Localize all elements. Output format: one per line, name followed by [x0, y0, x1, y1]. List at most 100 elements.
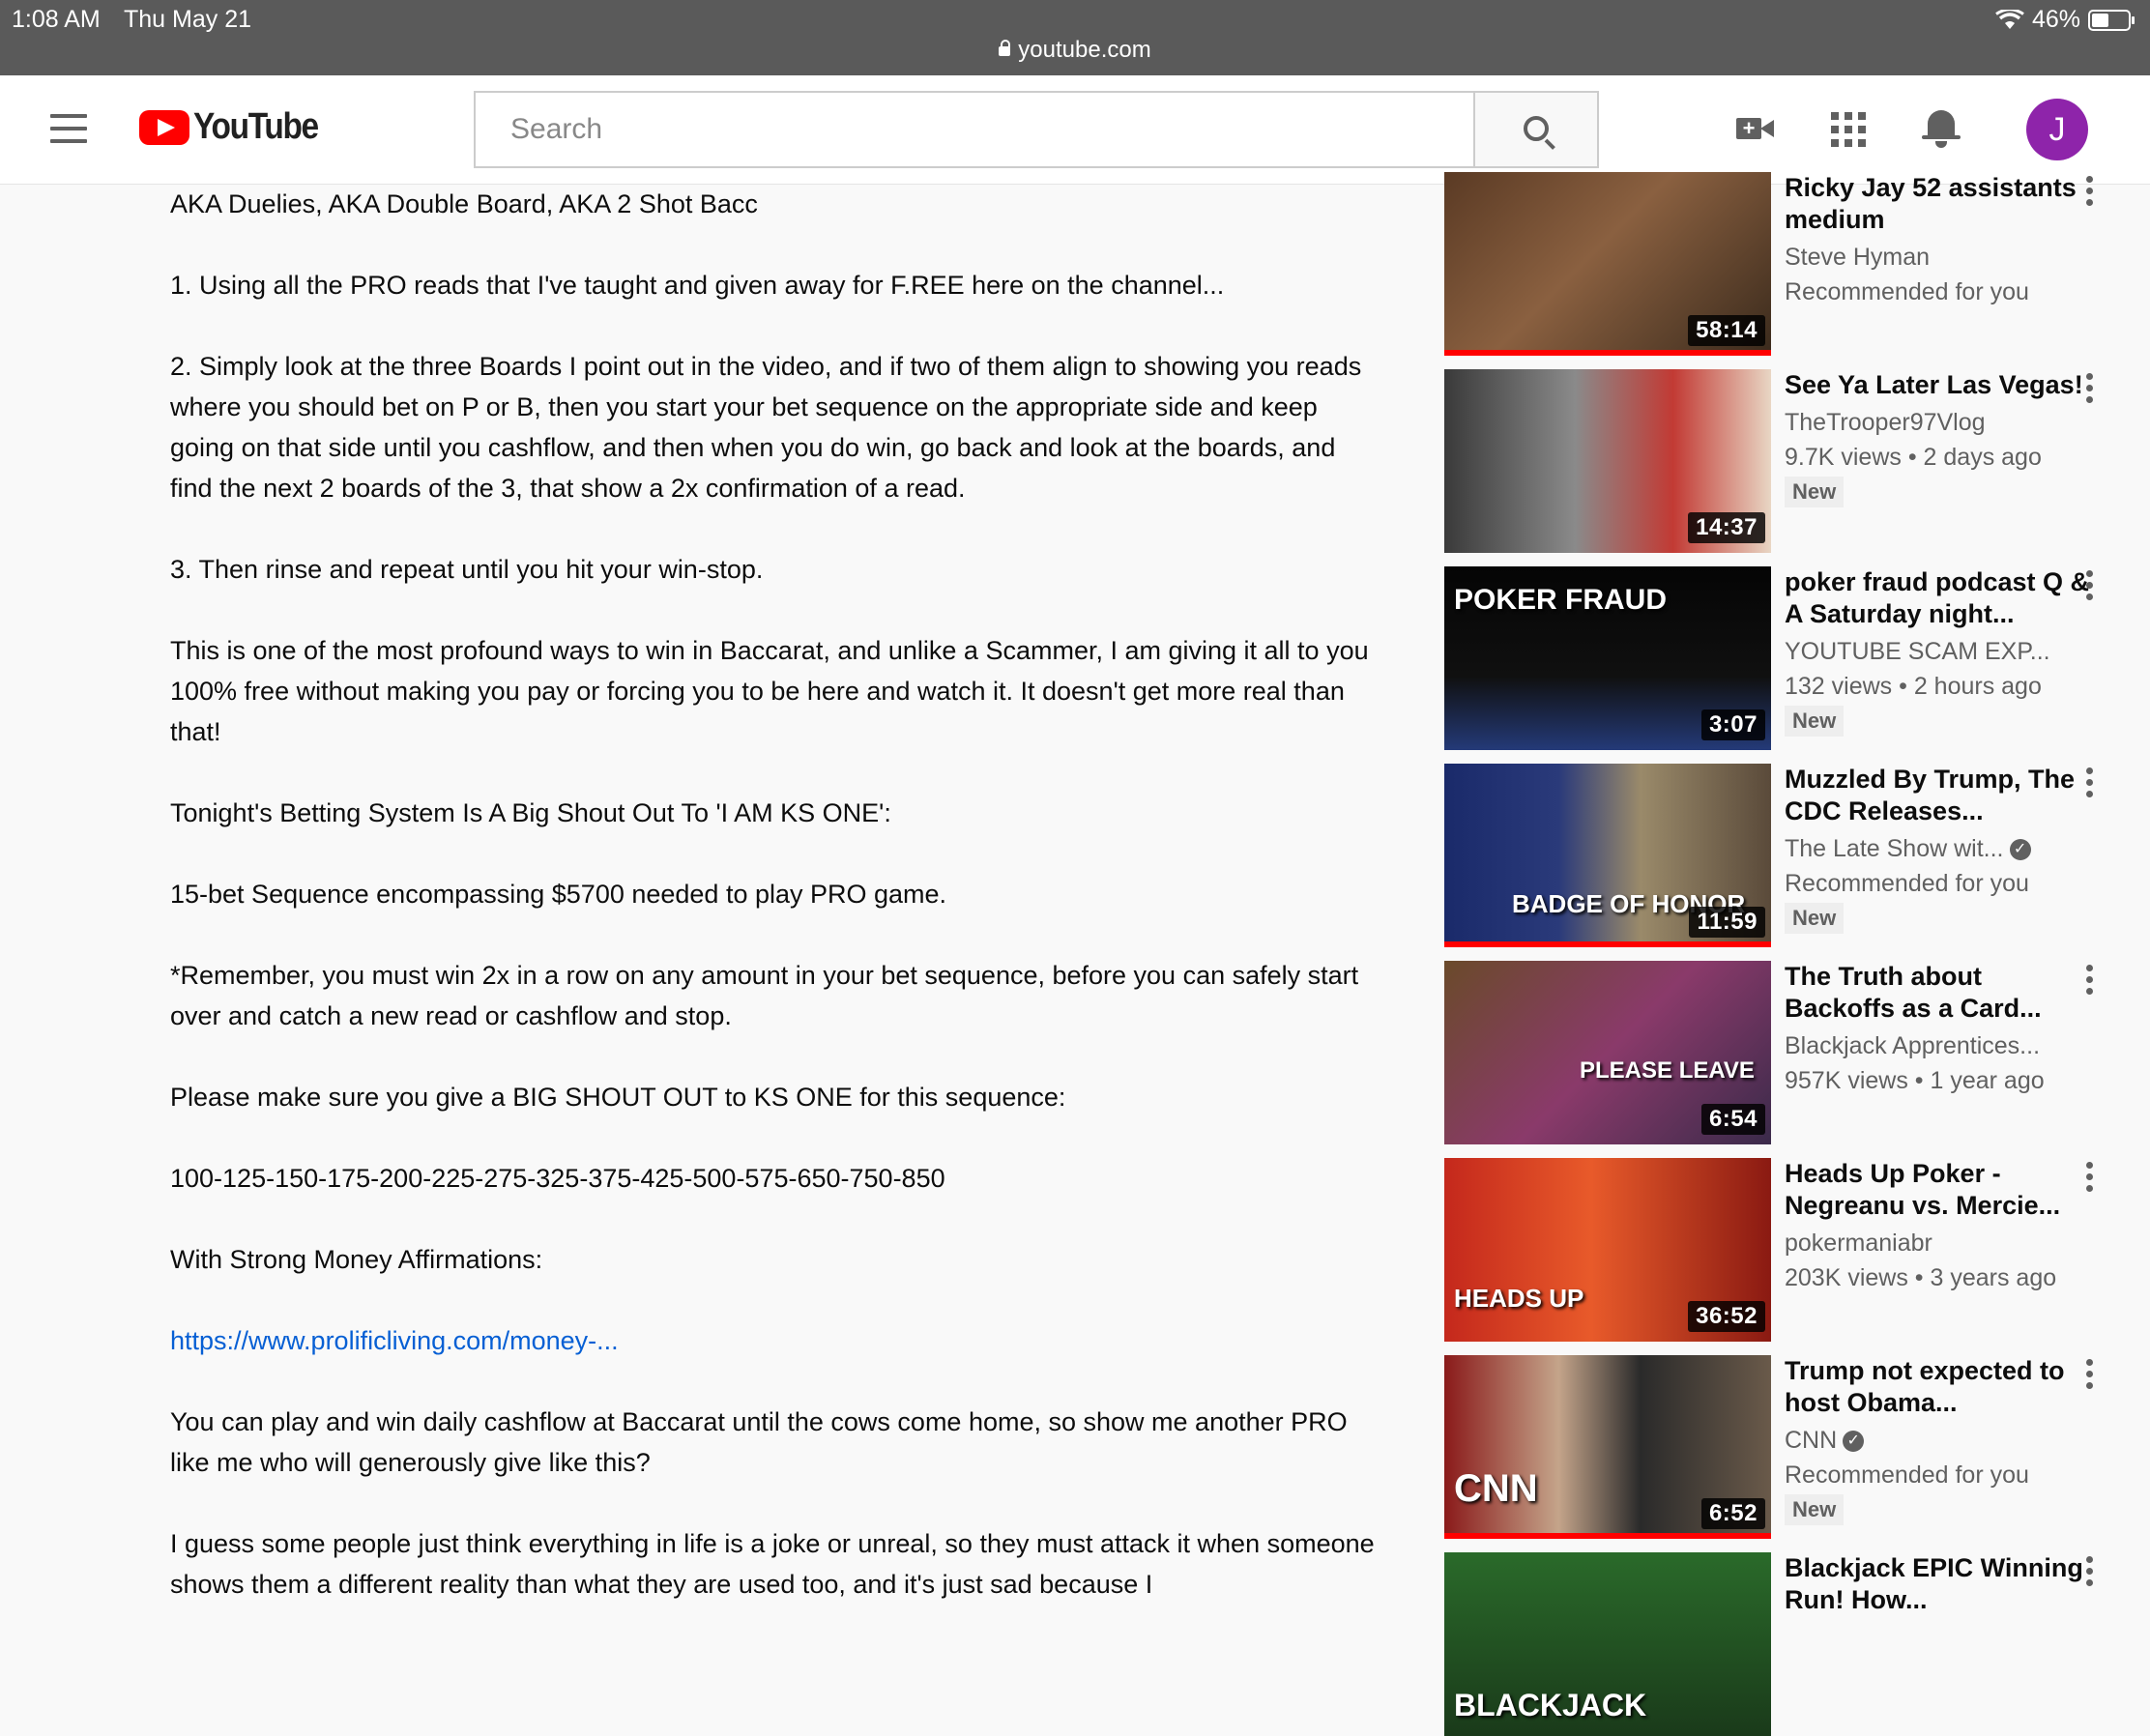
battery-percent: 46% [2031, 6, 2080, 33]
video-card[interactable]: BADGE OF HONOR 11:59 Muzzled By Trump, The… [1444, 764, 2150, 947]
video-thumbnail[interactable]: HEADS UP 36:52 [1444, 1158, 1771, 1342]
apps-grid-icon [1831, 112, 1866, 147]
video-thumbnail[interactable]: 58:14 [1444, 172, 1771, 356]
video-meta: See Ya Later Las Vegas! TheTrooper97Vlog 9… [1785, 369, 2094, 507]
address-bar[interactable]: youtube.com [0, 37, 2150, 64]
video-thumbnail[interactable]: BLACKJACK [1444, 1552, 1771, 1736]
description-paragraph: Please make sure you give a BIG SHOUT OU… [170, 1083, 1066, 1112]
verified-check-icon: ✓ [2009, 839, 2031, 861]
video-card[interactable]: BLACKJACK Blackjack EPIC Winning Run! How… [1444, 1552, 2150, 1736]
channel-name: TheTrooper97Vlog [1785, 409, 1986, 436]
video-channel[interactable]: Steve Hyman [1785, 240, 2094, 275]
video-channel[interactable]: pokermaniabr [1785, 1226, 2094, 1260]
video-description: AKA Duelies, AKA Double Board, AKA 2 Sho… [170, 184, 1379, 1645]
menu-icon[interactable] [50, 114, 87, 143]
more-options-icon[interactable] [2075, 570, 2104, 609]
video-card[interactable]: PLEASE LEAVE 6:54 The Truth about Backoffs… [1444, 961, 2150, 1144]
channel-name: pokermaniabr [1785, 1230, 1932, 1257]
video-card[interactable]: POKER FRAUD 3:07 poker fraud podcast Q & A… [1444, 566, 2150, 750]
description-link[interactable]: https://www.prolificliving.com/money-... [170, 1326, 619, 1355]
more-options-icon[interactable] [2075, 1359, 2104, 1398]
apps-button[interactable] [1823, 104, 1874, 155]
video-channel[interactable]: Blackjack Apprentices... [1785, 1028, 2094, 1063]
more-options-icon[interactable] [2075, 767, 2104, 806]
video-stats: 957K views • 1 year ago [1785, 1067, 2045, 1094]
video-stats: Recommended for you [1785, 870, 2029, 897]
video-channel[interactable]: The Late Show wit... ✓ [1785, 831, 2094, 866]
video-channel[interactable]: CNN ✓ [1785, 1423, 2094, 1458]
watched-progress-bar [1444, 1533, 1771, 1539]
video-thumbnail[interactable]: CNN 6:52 [1444, 1355, 1771, 1539]
description-paragraph: 3. Then rinse and repeat until you hit y… [170, 555, 764, 584]
more-options-icon[interactable] [2075, 1162, 2104, 1201]
description-paragraph: You can play and win daily cashflow at B… [170, 1407, 1348, 1477]
thumbnail-overlay-text: POKER FRAUD [1454, 584, 1668, 616]
video-title[interactable]: Blackjack EPIC Winning Run! How... [1785, 1552, 2094, 1616]
video-thumbnail[interactable]: BADGE OF HONOR 11:59 [1444, 764, 1771, 947]
search-box [474, 91, 1473, 168]
description-paragraph: With Strong Money Affirmations: [170, 1245, 543, 1274]
more-options-icon[interactable] [2075, 373, 2104, 412]
video-meta: Trump not expected to host Obama... CNN ✓ R… [1785, 1355, 2094, 1525]
watched-progress-bar [1444, 941, 1771, 947]
video-title[interactable]: See Ya Later Las Vegas! [1785, 369, 2094, 401]
video-channel[interactable]: YOUTUBE SCAM EXP... [1785, 634, 2094, 669]
video-card[interactable]: 14:37 See Ya Later Las Vegas! TheTrooper97… [1444, 369, 2150, 553]
video-title[interactable]: The Truth about Backoffs as a Card... [1785, 961, 2094, 1025]
status-indicators: 46% [1995, 6, 2135, 34]
video-stats: 132 views • 2 hours ago [1785, 673, 2042, 700]
search-icon [1524, 116, 1549, 141]
lock-icon [999, 39, 1011, 56]
status-bar: 1:08 AM Thu May 21 youtube.com 46% [0, 0, 2150, 75]
search-input[interactable] [476, 93, 1473, 166]
more-options-icon[interactable] [2075, 1556, 2104, 1595]
notifications-button[interactable] [1916, 104, 1966, 155]
video-meta: Blackjack EPIC Winning Run! How... [1785, 1552, 2094, 1616]
video-title[interactable]: Heads Up Poker - Negreanu vs. Mercie... [1785, 1158, 2094, 1222]
video-card[interactable]: HEADS UP 36:52 Heads Up Poker - Negreanu v… [1444, 1158, 2150, 1342]
video-thumbnail[interactable]: POKER FRAUD 3:07 [1444, 566, 1771, 750]
video-title[interactable]: Trump not expected to host Obama... [1785, 1355, 2094, 1419]
description-paragraph: *Remember, you must win 2x in a row on a… [170, 961, 1359, 1030]
video-duration: 6:54 [1700, 1104, 1765, 1135]
video-thumbnail[interactable]: 14:37 [1444, 369, 1771, 553]
new-badge: New [1785, 1494, 1845, 1525]
battery-icon [2088, 9, 2135, 31]
new-badge: New [1785, 477, 1845, 507]
video-stats: Recommended for you [1785, 278, 2029, 305]
description-paragraph: 100-125-150-175-200-225-275-325-375-425-… [170, 1164, 945, 1193]
video-title[interactable]: Ricky Jay 52 assistants medium [1785, 172, 2094, 236]
video-thumbnail[interactable]: PLEASE LEAVE 6:54 [1444, 961, 1771, 1144]
create-video-button[interactable]: + [1730, 104, 1781, 155]
more-options-icon[interactable] [2075, 176, 2104, 215]
channel-name: CNN [1785, 1427, 1838, 1454]
description-paragraph: 2. Simply look at the three Boards I poi… [170, 352, 1362, 503]
video-duration: 3:07 [1700, 709, 1765, 740]
video-title[interactable]: Muzzled By Trump, The CDC Releases... [1785, 764, 2094, 827]
video-channel[interactable]: TheTrooper97Vlog [1785, 405, 2094, 440]
video-stats: 203K views • 3 years ago [1785, 1264, 2057, 1291]
verified-check-icon: ✓ [1843, 1431, 1865, 1453]
video-duration: 36:52 [1688, 1301, 1765, 1332]
thumbnail-overlay-text: HEADS UP [1454, 1284, 1584, 1313]
logo-text: YouTube [193, 106, 319, 147]
video-card[interactable]: CNN 6:52 Trump not expected to host Obama.… [1444, 1355, 2150, 1539]
youtube-logo[interactable]: YouTube [139, 106, 334, 148]
video-meta: Heads Up Poker - Negreanu vs. Mercie... p… [1785, 1158, 2094, 1295]
video-card[interactable]: 58:14 Ricky Jay 52 assistants medium Steve… [1444, 172, 2150, 356]
more-options-icon[interactable] [2075, 965, 2104, 1003]
video-meta: Muzzled By Trump, The CDC Releases... The… [1785, 764, 2094, 934]
video-meta: Ricky Jay 52 assistants medium Steve Hyma… [1785, 172, 2094, 309]
youtube-play-icon [139, 109, 189, 145]
avatar[interactable]: J [2026, 99, 2088, 160]
description-paragraph: AKA Duelies, AKA Double Board, AKA 2 Sho… [170, 189, 758, 218]
new-badge: New [1785, 903, 1845, 934]
video-duration: 6:52 [1700, 1498, 1765, 1529]
description-paragraph: This is one of the most profound ways to… [170, 636, 1369, 746]
search-button[interactable] [1473, 91, 1599, 168]
video-title[interactable]: poker fraud podcast Q & A Saturday night… [1785, 566, 2094, 630]
channel-name: YOUTUBE SCAM EXP... [1785, 638, 2050, 665]
description-paragraph: I guess some people just think everythin… [170, 1529, 1375, 1599]
channel-name: Blackjack Apprentices... [1785, 1032, 2041, 1059]
video-meta: poker fraud podcast Q & A Saturday night… [1785, 566, 2094, 737]
